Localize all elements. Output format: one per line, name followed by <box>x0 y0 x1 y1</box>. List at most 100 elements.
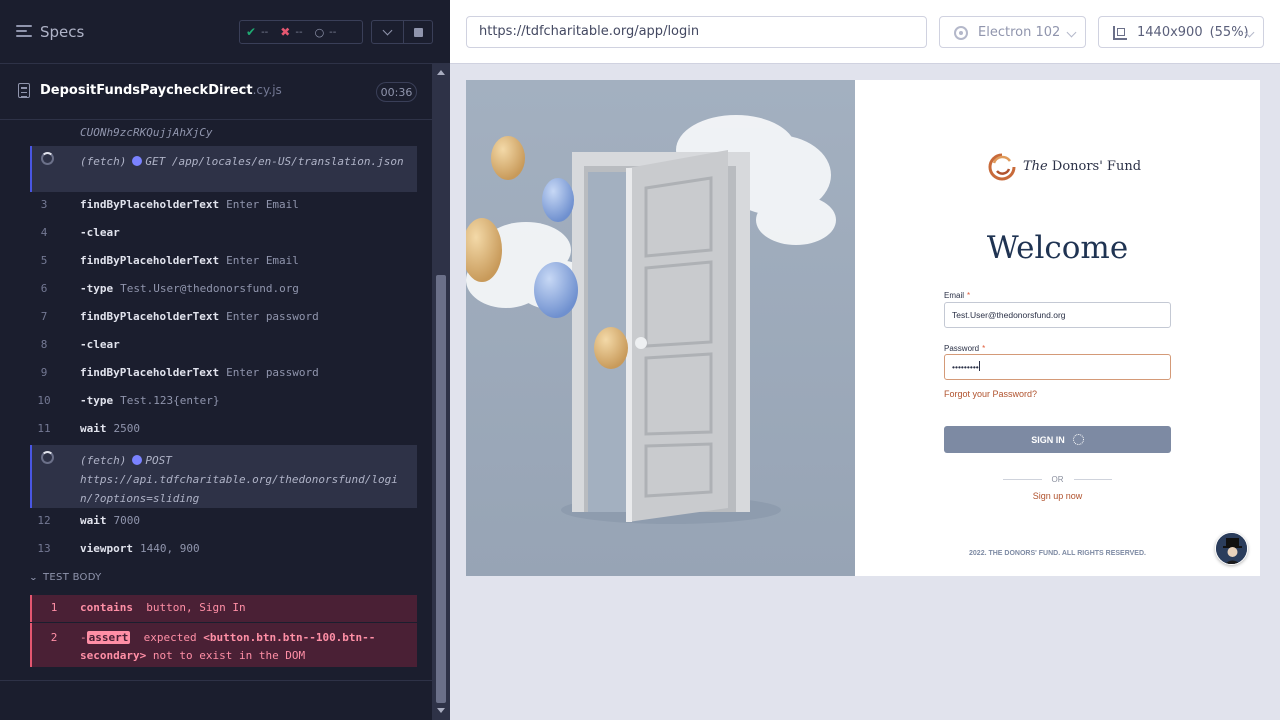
test-body-toggle[interactable]: ⌄ TEST BODY <box>28 572 102 583</box>
viewport-size: 1440x900 <box>1137 24 1203 40</box>
required-marker: * <box>982 344 986 353</box>
command-row[interactable]: 11 wait 2500 <box>30 418 417 446</box>
assert-tag: assert <box>86 631 131 644</box>
command-number: 3 <box>40 198 48 211</box>
scroll-up-arrow-icon[interactable] <box>437 70 445 75</box>
forgot-password-link[interactable]: Forgot your Password? <box>944 389 1037 399</box>
spec-header: DepositFundsPaycheckDirect.cy.js 00:36 <box>0 64 432 120</box>
command-row[interactable]: 6 -type Test.User@thedonorsfund.org <box>30 278 417 306</box>
failed-count: -- <box>295 26 303 38</box>
command-row-partial[interactable]: CUONh9zcRKQujjAhXjCy <box>30 124 417 144</box>
command-name: wait <box>80 422 107 435</box>
spec-name-text: DepositFundsPaycheckDirect <box>40 83 253 98</box>
passed-stat: ✔ -- <box>240 25 274 39</box>
expand-button[interactable] <box>371 20 404 44</box>
specs-button[interactable]: Specs <box>40 23 84 41</box>
stats-summary: ✔ -- ✖ -- ○ -- <box>239 20 363 44</box>
email-label-text: Email <box>944 291 965 300</box>
reporter-panel: Specs ✔ -- ✖ -- ○ -- DepositFundsPaychec… <box>0 0 450 720</box>
url-input[interactable]: https://tdfcharitable.org/app/login <box>466 16 927 48</box>
command-number: 6 <box>40 282 48 295</box>
sign-up-link[interactable]: Sign up now <box>855 491 1260 501</box>
command-row[interactable]: 9 findByPlaceholderText Enter password <box>30 362 417 390</box>
chevron-down-icon: ⌄ <box>28 573 39 582</box>
browser-selector[interactable]: Electron 102 <box>939 16 1086 48</box>
request-kind: (fetch) <box>80 454 127 467</box>
or-divider: OR <box>1003 473 1112 485</box>
page-title: Welcome <box>986 230 1129 266</box>
command-number: 4 <box>40 226 48 239</box>
command-row[interactable]: 7 findByPlaceholderText Enter password <box>30 306 417 334</box>
url-bar: https://tdfcharitable.org/app/login Elec… <box>450 0 1280 64</box>
command-number: 1 <box>50 601 58 614</box>
command-number: 5 <box>40 254 48 267</box>
password-field[interactable]: ••••••••• <box>944 354 1171 380</box>
command-message: 2500 <box>113 422 141 435</box>
failed-assert-row[interactable]: 2 - assert expected <button.btn.btn--100.… <box>30 623 417 667</box>
password-label-text: Password <box>944 344 980 353</box>
request-row[interactable]: (fetch) GET /app/locales/en-US/translatio… <box>30 146 417 192</box>
command-name: contains <box>80 601 133 614</box>
login-form: The Donors' Fund Welcome Email * Test.Use… <box>855 80 1260 576</box>
spec-file-name: DepositFundsPaycheckDirect.cy.js <box>40 83 282 98</box>
passed-count: -- <box>261 26 269 38</box>
scroll-down-arrow-icon[interactable] <box>437 708 445 713</box>
request-text: (fetch) GET /app/locales/en-US/translatio… <box>80 152 413 171</box>
command-message: button, Sign In <box>146 601 246 614</box>
menu-icon[interactable] <box>16 25 32 39</box>
command-row[interactable]: 5 findByPlaceholderText Enter Email <box>30 250 417 278</box>
request-url: https://api.tdfcharitable.org/thedonorsf… <box>80 473 398 505</box>
command-message: Enter Email <box>226 198 299 211</box>
stop-button[interactable] <box>403 20 433 44</box>
brand-logo-icon <box>988 153 1016 181</box>
command-message: 7000 <box>113 514 141 527</box>
command-message: 1440, 900 <box>139 542 200 555</box>
command-row[interactable]: 12 wait 7000 <box>30 509 417 537</box>
command-row[interactable]: 13 viewport 1440, 900 <box>30 537 417 565</box>
copyright-text: 2022. THE DONORS' FUND. ALL RIGHTS RESER… <box>969 550 1146 557</box>
command-number: 2 <box>50 631 58 644</box>
request-row[interactable]: (fetch) POST https://api.tdfcharitable.or… <box>30 445 417 508</box>
chevron-down-icon <box>382 25 393 35</box>
required-marker: * <box>967 291 971 300</box>
failed-command-row[interactable]: 1 contains button, Sign In <box>30 595 417 622</box>
command-message: Test.123{enter} <box>120 394 220 407</box>
viewport-scale: (55%) <box>1209 24 1249 40</box>
email-field[interactable]: Test.User@thedonorsfund.org <box>944 302 1171 328</box>
spinner-icon <box>41 451 54 464</box>
chat-avatar[interactable] <box>1215 532 1248 565</box>
pending-icon: ○ <box>314 25 325 39</box>
file-icon <box>18 83 30 98</box>
spinner-icon <box>41 152 54 165</box>
sign-in-button[interactable]: SIGN IN <box>944 426 1171 453</box>
electron-icon <box>954 26 968 40</box>
command-name: findByPlaceholderText <box>80 310 220 323</box>
spinner-icon <box>1072 434 1084 445</box>
command-name: -clear <box>80 338 120 351</box>
email-label: Email * <box>944 291 970 300</box>
command-row[interactable]: 10 -type Test.123{enter} <box>30 390 417 418</box>
command-message: Enter password <box>226 366 319 379</box>
command-name: findByPlaceholderText <box>80 198 220 211</box>
command-message: Enter Email <box>226 254 299 267</box>
command-name: -clear <box>80 226 120 239</box>
command-log: CUONh9zcRKQujjAhXjCy (fetch) GET /app/loc… <box>0 120 432 680</box>
command-row[interactable]: 3 findByPlaceholderText Enter Email <box>30 194 417 222</box>
test-body-label: TEST BODY <box>43 572 102 583</box>
request-dot-icon <box>132 156 143 166</box>
command-name: findByPlaceholderText <box>80 366 220 379</box>
request-kind: (fetch) <box>80 155 127 168</box>
brand-name-italic: The <box>1023 159 1048 174</box>
check-icon: ✔ <box>246 25 257 39</box>
scrollbar-thumb[interactable] <box>436 275 446 703</box>
specs-bar: Specs ✔ -- ✖ -- ○ -- <box>0 0 450 64</box>
command-number: 9 <box>40 366 48 379</box>
request-text: (fetch) POST https://api.tdfcharitable.or… <box>80 451 413 508</box>
command-message: Test.User@thedonorsfund.org <box>120 282 299 295</box>
app-under-test: The Donors' Fund Welcome Email * Test.Use… <box>466 80 1260 576</box>
command-row[interactable]: 4 -clear <box>30 222 417 250</box>
command-row[interactable]: 8 -clear <box>30 334 417 362</box>
viewport-selector[interactable]: 1440x900 (55%) <box>1098 16 1264 48</box>
or-text: OR <box>1051 474 1064 484</box>
request-dot-icon <box>132 455 143 465</box>
